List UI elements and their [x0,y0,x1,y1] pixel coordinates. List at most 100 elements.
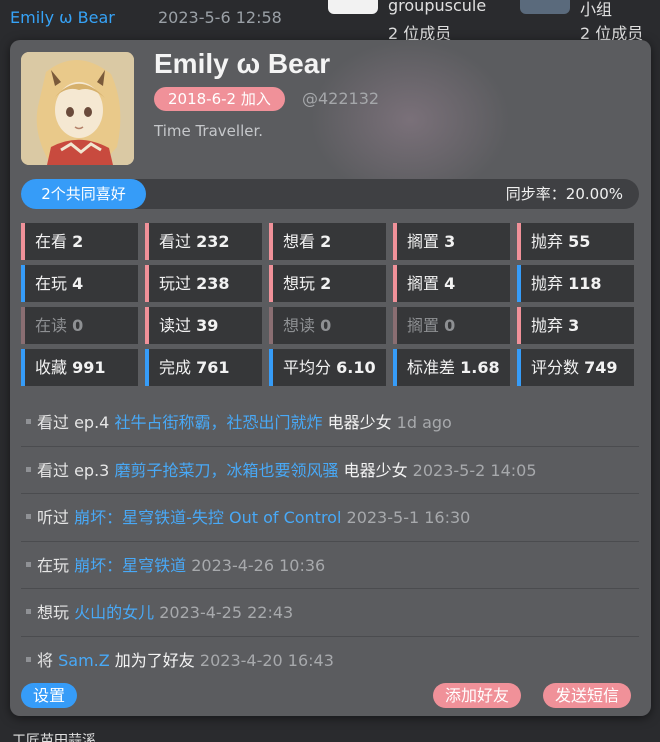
stat-cell[interactable]: 收藏 991 [21,349,138,386]
stat-label: 读过 [159,316,192,335]
stat-value: 2 [320,232,332,251]
stat-value: 4 [444,274,456,293]
stat-value: 749 [584,358,618,377]
stat-label: 想读 [283,316,316,335]
timeline-extra: 电器少女 [327,413,392,432]
timeline-subject-link[interactable]: Sam.Z [58,651,110,670]
stat-value: 232 [196,232,230,251]
stat-cell[interactable]: 平均分 6.10 [269,349,386,386]
stat-value: 2 [72,232,84,251]
stat-value: 3 [444,232,456,251]
stat-cell[interactable]: 在看 2 [21,223,138,260]
stat-value: 118 [568,274,602,293]
blurred-background-decoration [310,40,510,200]
timeline-action: 将 [37,650,54,670]
stat-label: 抛弃 [531,316,564,335]
avatar[interactable] [21,52,134,165]
stat-cell[interactable]: 读过 39 [145,307,262,344]
group-thumbnail[interactable] [328,0,378,14]
stat-label: 在读 [35,316,68,335]
sync-rate-bar: 2个共同喜好 同步率：20.00% [21,179,639,209]
stat-value: 991 [72,358,106,377]
stat-value: 39 [196,316,219,335]
profile-name: Emily ω Bear [154,48,331,79]
stat-label: 抛弃 [531,274,564,293]
settings-button[interactable]: 设置 [21,683,78,708]
stat-label: 在玩 [35,274,68,293]
group-thumbnail[interactable] [520,0,570,14]
background-timestamp: 2023-5-6 12:58 [158,8,282,27]
common-likes-button[interactable]: 2个共同喜好 [21,179,146,209]
stat-label: 搁置 [407,316,440,335]
stat-cell[interactable]: 在读 0 [21,307,138,344]
bullet-icon [26,466,31,472]
bullet-icon [26,609,31,614]
stat-cell[interactable]: 想玩 2 [269,265,386,302]
group-name[interactable]: groupuscule [388,0,486,15]
stat-cell[interactable]: 评分数 749 [517,349,634,386]
group-name[interactable]: 小组 [580,0,612,20]
stat-label: 搁置 [407,232,440,251]
stat-value: 238 [196,274,230,293]
stat-value: 55 [568,232,591,251]
timeline-item: 将 Sam.Z 加为了好友 2023-4-20 16:43 [21,637,639,685]
timeline-action: 看过 ep.3 [37,460,110,480]
stat-label: 看过 [159,232,192,251]
stat-label: 收藏 [35,358,68,377]
stat-cell[interactable]: 完成 761 [145,349,262,386]
stat-label: 平均分 [283,358,332,377]
timeline-time: 2023-4-20 16:43 [199,650,334,670]
join-date-badge: 2018-6-2 加入 [154,87,285,111]
stat-cell[interactable]: 抛弃 118 [517,265,634,302]
collection-stats-grid: 在看 2 看过 232 想看 2 搁置 3 抛弃 55 在玩 4 玩过 238 想玩 2 搁置 … [21,223,634,386]
user-profile-card: Emily ω Bear 2018-6-2 加入 @422132 Time Tr… [10,40,651,716]
stat-value: 3 [568,316,580,335]
stat-value: 6.10 [336,358,376,377]
sync-rate-text: 同步率：20.00% [505,185,623,203]
timeline-item: 看过 ep.3 磨剪子抢菜刀，冰箱也要领风骚 电器少女 2023-5-2 14:… [21,447,639,494]
add-friend-button[interactable]: 添加好友 [433,683,522,708]
stat-cell[interactable]: 抛弃 55 [517,223,634,260]
send-message-button[interactable]: 发送短信 [543,683,632,708]
timeline-subject-link[interactable]: 磨剪子抢菜刀，冰箱也要领风骚 [114,461,338,480]
stat-value: 1.68 [460,358,500,377]
stat-cell[interactable]: 想看 2 [269,223,386,260]
stat-label: 想玩 [283,274,316,293]
timeline-action: 想玩 [37,603,70,622]
stat-value: 4 [72,274,84,293]
stat-cell[interactable]: 抛弃 3 [517,307,634,344]
stat-label: 在看 [35,232,68,251]
stat-value: 2 [320,274,332,293]
stat-cell[interactable]: 想读 0 [269,307,386,344]
stat-value: 761 [196,358,230,377]
stat-label: 玩过 [159,274,192,293]
timeline-subject-link[interactable]: 社牛占街称霸，社恐出门就炸 [114,413,322,432]
stat-cell[interactable]: 搁置 4 [393,265,510,302]
background-bottom-text: 工匠苗田蒜溪 [12,733,96,742]
background-username-link[interactable]: Emily ω Bear [10,8,115,27]
timeline-item: 看过 ep.4 社牛占街称霸，社恐出门就炸 电器少女 1d ago [21,399,639,447]
bullet-icon [26,514,31,519]
stat-cell[interactable]: 搁置 0 [393,307,510,344]
anime-girl-avatar-icon [21,52,134,165]
timeline-item: 想玩 火山的女儿 2023-4-25 22:43 [21,589,639,637]
stat-cell[interactable]: 在玩 4 [21,265,138,302]
stat-label: 评分数 [531,358,580,377]
stat-cell[interactable]: 玩过 238 [145,265,262,302]
stat-label: 想看 [283,232,316,251]
timeline-subject-link[interactable]: 崩坏：星穹铁道 [74,556,186,575]
stat-label: 搁置 [407,274,440,293]
timeline-subject-link[interactable]: 崩坏：星穹铁道-失控 Out of Control [74,508,341,527]
stat-value: 0 [320,316,332,335]
timeline-subject-link[interactable]: 火山的女儿 [74,603,154,622]
stat-cell[interactable]: 看过 232 [145,223,262,260]
stat-cell[interactable]: 标准差 1.68 [393,349,510,386]
background-header: Emily ω Bear 2023-5-6 12:58 groupuscule … [0,0,660,43]
stat-label: 标准差 [407,358,456,377]
timeline-extra: 电器少女 [343,460,408,480]
bullet-icon [26,561,31,567]
user-signature: Time Traveller. [154,122,264,140]
stat-cell[interactable]: 搁置 3 [393,223,510,260]
timeline-item: 听过 崩坏：星穹铁道-失控 Out of Control 2023-5-1 16… [21,494,639,542]
timeline-item: 在玩 崩坏：星穹铁道 2023-4-26 10:36 [21,542,639,589]
